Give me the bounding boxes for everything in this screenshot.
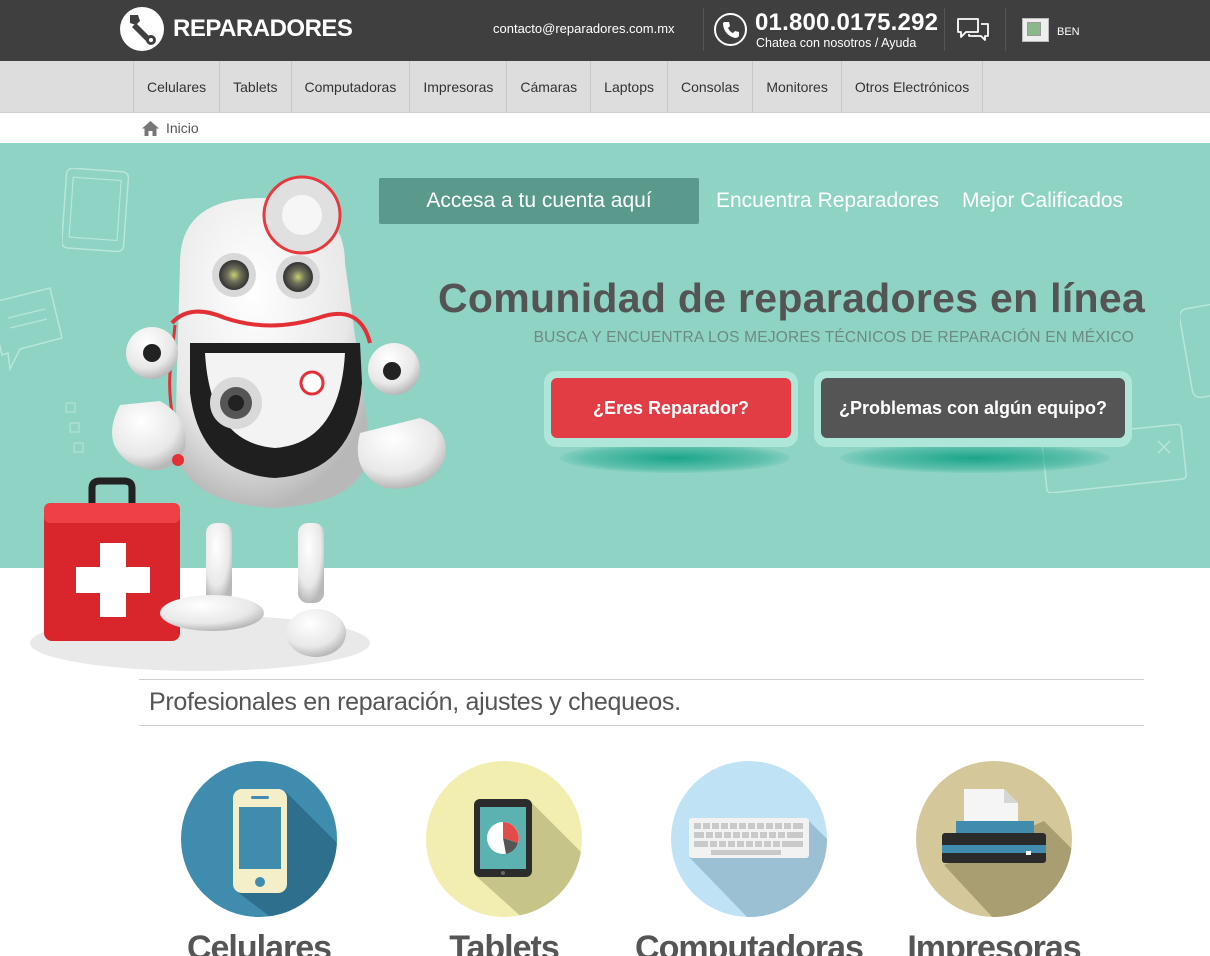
phone-number[interactable]: 01.800.0175.292 [755,9,938,37]
top-bar: REPARADORES contacto@reparadores.com.mx … [0,0,1210,61]
device-problems-button[interactable]: ¿Problemas con algún equipo? [821,378,1125,438]
phone-device-icon [181,761,337,917]
tablet-device-icon [426,761,582,917]
cta-shadow [840,443,1110,473]
breadcrumb: Inicio [142,118,199,138]
top-rated-link[interactable]: Mejor Calificados [962,178,1123,224]
cta-frame: ¿Problemas con algún equipo? [814,371,1132,447]
robot-doctor-illustration [30,175,446,671]
nav-item-impresoras[interactable]: Impresoras [410,61,508,113]
category-nav: Celulares Tablets Computadoras Impresora… [0,61,1210,113]
divider [703,8,704,51]
contact-email-link[interactable]: contacto@reparadores.com.mx [493,21,675,36]
hero-title: Comunidad de reparadores en línea [438,275,1146,321]
category-label: Tablets [449,929,560,956]
nav-item-camaras[interactable]: Cámaras [507,61,592,113]
home-icon [142,120,159,136]
nav-item-laptops[interactable]: Laptops [591,61,668,113]
category-label: Impresoras [907,929,1081,956]
divider [944,8,945,51]
phone-icon [714,13,747,46]
category-card-celulares[interactable]: Celulares [179,761,339,956]
breadcrumb-home-link[interactable]: Inicio [166,120,199,136]
category-label: Celulares [186,929,332,956]
brand-logo[interactable]: REPARADORES [120,7,353,51]
flag-icon[interactable] [1022,18,1049,42]
nav-item-celulares[interactable]: Celulares [134,61,221,113]
wrench-logo-icon [120,7,164,51]
chat-icon[interactable] [956,17,990,48]
repairer-signup-button[interactable]: ¿Eres Reparador? [551,378,791,438]
category-card-computadoras[interactable]: Computadoras [635,761,864,956]
chat-help-link[interactable]: Chatea con nosotros / Ayuda [756,36,916,50]
divider [1005,8,1006,51]
professionals-heading: Profesionales en reparación, ajustes y c… [149,688,681,716]
nav-item-tablets[interactable]: Tablets [220,61,292,113]
cta-frame: ¿Eres Reparador? [544,371,798,447]
brand-name: REPARADORES [173,15,353,42]
category-label: Computadoras [635,929,864,956]
cta-shadow [560,443,790,473]
nav-item-monitores[interactable]: Monitores [753,61,842,113]
phone-outline-icon [1180,303,1210,399]
nav-item-computadoras[interactable]: Computadoras [292,61,411,113]
nav-item-consolas[interactable]: Consolas [668,61,754,113]
hero-subtitle: BUSCA Y ENCUENTRA LOS MEJORES TÉCNICOS D… [533,329,1134,346]
language-selector[interactable]: BEN [1057,26,1080,38]
category-card-impresoras[interactable]: Impresoras [907,761,1082,956]
find-repairers-link[interactable]: Encuentra Reparadores [716,178,939,224]
nav-item-otros[interactable]: Otros Electrónicos [842,61,984,113]
professionals-heading-bar: Profesionales en reparación, ajustes y c… [139,679,1144,726]
printer-device-icon [916,761,1072,917]
keyboard-device-icon [671,761,827,917]
category-card-tablets[interactable]: Tablets [424,761,584,956]
